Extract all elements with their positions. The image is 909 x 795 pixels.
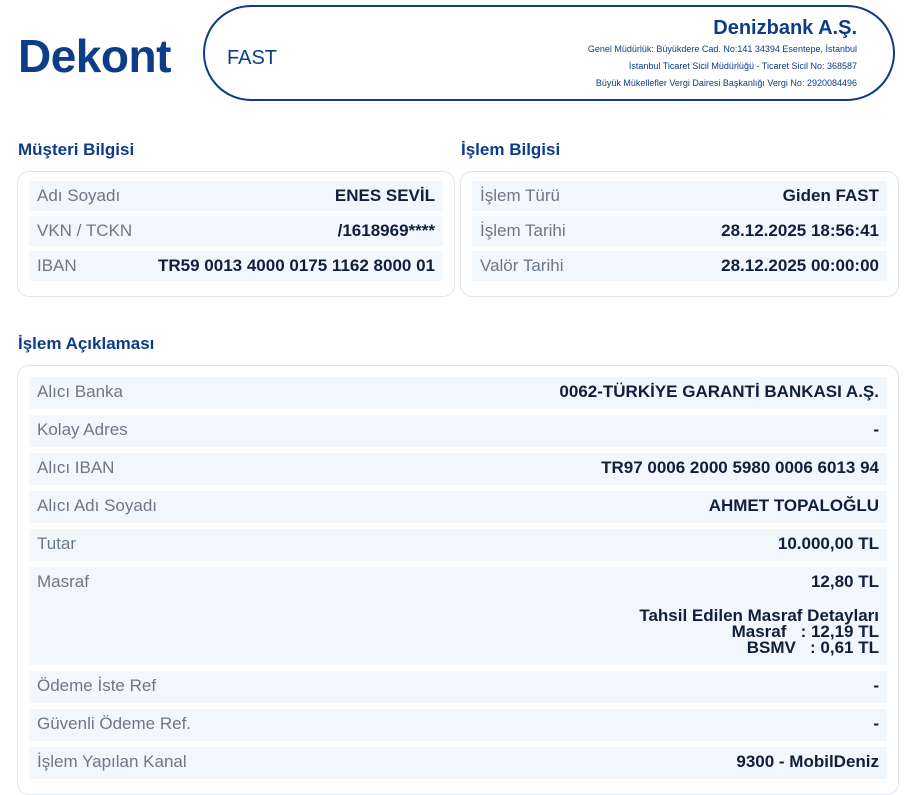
bank-address: Genel Müdürlük: Büyükdere Cad. No:141 34… (587, 44, 857, 54)
desc-row-fee: Masraf 12,80 TL Tahsil Edilen Masraf Det… (29, 567, 887, 665)
description-section-title: İşlem Açıklaması (18, 334, 155, 353)
row-label: Alıcı Adı Soyadı (37, 496, 158, 515)
transfer-type-label: FAST (227, 47, 278, 69)
row-value: Giden FAST (782, 186, 879, 205)
fee-details-bsmv: BSMV : 0,61 TL (746, 638, 879, 657)
customer-card: Adı Soyadı ENES SEVİL VKN / TCKN /161896… (17, 171, 455, 297)
bank-name: Denizbank A.Ş. (713, 17, 857, 39)
desc-row-recipient-bank: Alıcı Banka 0062-TÜRKİYE GARANTİ BANKASI… (29, 377, 887, 409)
row-label: Alıcı IBAN (37, 458, 115, 477)
row-value: 9300 - MobilDeniz (736, 752, 879, 771)
desc-row-secure-payment-ref: Güvenli Ödeme Ref. - (29, 709, 887, 741)
row-label: IBAN (37, 256, 77, 275)
row-label: Ödeme İste Ref (37, 676, 157, 695)
description-card: Alıcı Banka 0062-TÜRKİYE GARANTİ BANKASI… (17, 365, 899, 795)
desc-row-recipient-name: Alıcı Adı Soyadı AHMET TOPALOĞLU (29, 491, 887, 523)
row-value: - (873, 714, 879, 733)
row-value: 12,80 TL (810, 572, 879, 591)
desc-row-easy-address: Kolay Adres - (29, 415, 887, 447)
bank-header-box: FAST Denizbank A.Ş. Genel Müdürlük: Büyü… (203, 5, 895, 101)
bank-info: Denizbank A.Ş. Genel Müdürlük: Büyükdere… (588, 15, 857, 92)
row-value: - (873, 676, 879, 695)
row-value: TR97 0006 2000 5980 0006 6013 94 (601, 458, 879, 477)
customer-row-id: VKN / TCKN /1618969**** (29, 216, 443, 246)
transaction-section-title: İşlem Bilgisi (461, 140, 561, 159)
fee-details: Tahsil Edilen Masraf Detayları Masraf : … (639, 607, 879, 657)
row-value: 28.12.2025 18:56:41 (721, 221, 879, 240)
desc-row-amount: Tutar 10.000,00 TL (29, 529, 887, 561)
transaction-row-date: İşlem Tarihi 28.12.2025 18:56:41 (472, 216, 887, 246)
row-label: İşlem Tarihi (480, 221, 566, 240)
row-label: Tutar (37, 534, 77, 553)
row-value: 10.000,00 TL (777, 534, 879, 553)
row-value: TR59 0013 4000 0175 1162 8000 01 (158, 256, 435, 275)
desc-row-channel: İşlem Yapılan Kanal 9300 - MobilDeniz (29, 747, 887, 779)
customer-row-iban: IBAN TR59 0013 4000 0175 1162 8000 01 (29, 251, 443, 281)
transaction-card: İşlem Türü Giden FAST İşlem Tarihi 28.12… (460, 171, 899, 297)
customer-row-name: Adı Soyadı ENES SEVİL (29, 181, 443, 211)
row-label: İşlem Türü (480, 186, 560, 205)
row-value: /1618969**** (337, 221, 435, 240)
row-value: - (873, 420, 879, 439)
row-label: Kolay Adres (37, 420, 128, 439)
row-value: 28.12.2025 00:00:00 (721, 256, 879, 275)
row-value: 0062-TÜRKİYE GARANTİ BANKASI A.Ş. (559, 382, 879, 401)
row-value: AHMET TOPALOĞLU (708, 496, 879, 515)
row-label: İşlem Yapılan Kanal (37, 752, 187, 771)
transaction-row-value-date: Valör Tarihi 28.12.2025 00:00:00 (472, 251, 887, 281)
row-label: Valör Tarihi (480, 256, 564, 275)
bank-tax-info: Büyük Mükellefler Vergi Dairesi Başkanlı… (595, 78, 857, 88)
row-value: ENES SEVİL (334, 186, 435, 205)
row-label: VKN / TCKN (37, 221, 133, 240)
page-title: Dekont (18, 30, 171, 82)
desc-row-recipient-iban: Alıcı IBAN TR97 0006 2000 5980 0006 6013… (29, 453, 887, 485)
row-label: Güvenli Ödeme Ref. (37, 714, 192, 733)
customer-section-title: Müşteri Bilgisi (18, 140, 135, 159)
bank-registry: İstanbul Ticaret Sicil Müdürlüğü - Ticar… (628, 61, 857, 71)
desc-row-request-payment-ref: Ödeme İste Ref - (29, 671, 887, 703)
transaction-row-type: İşlem Türü Giden FAST (472, 181, 887, 211)
row-label: Alıcı Banka (37, 382, 123, 401)
row-label: Masraf (37, 572, 89, 591)
row-label: Adı Soyadı (37, 186, 121, 205)
